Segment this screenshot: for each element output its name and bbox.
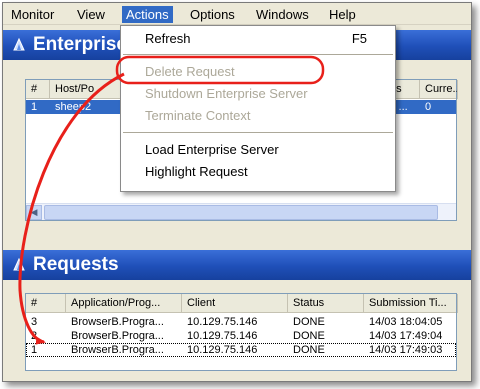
app-window: Monitor View Actions Options Windows Hel… [2,2,472,382]
menu-windows[interactable]: Windows [252,6,313,23]
actions-dropdown-menu: Refresh F5 Delete Request Shutdown Enter… [120,25,396,192]
menu-item-shutdown-server: Shutdown Enterprise Server [145,86,308,101]
row-number: 1 [31,101,38,113]
column-header-status[interactable]: Status [288,294,364,313]
horizontal-scrollbar[interactable]: ◀ [26,203,456,220]
request-client: 10.129.75.146 [187,330,258,342]
requests-list-header: # Application/Prog... Client Status Subm… [26,294,458,313]
request-submission-time: 14/03 18:04:05 [369,316,443,328]
request-client: 10.129.75.146 [187,316,258,328]
menu-item-highlight-request[interactable]: Highlight Request [121,161,395,183]
menu-view[interactable]: View [73,6,109,23]
menu-bar: Monitor View Actions Options Windows Hel… [3,3,471,25]
requests-panel-title: Requests [3,250,471,280]
menu-monitor[interactable]: Monitor [7,6,58,23]
scroll-thumb[interactable] [44,205,438,220]
requests-list[interactable]: # Application/Prog... Client Status Subm… [25,293,458,371]
request-application: BrowserB.Progra... [71,344,164,356]
request-application: BrowserB.Progra... [71,316,164,328]
menu-options[interactable]: Options [186,6,239,23]
enterprise-server-icon [13,37,25,51]
request-submission-time: 14/03 17:49:03 [369,344,443,356]
column-header-number[interactable]: # [26,294,66,313]
column-header-application[interactable]: Application/Prog... [66,294,182,313]
refresh-label: Refresh [145,31,191,46]
request-row[interactable]: 2 BrowserB.Progra... 10.129.75.146 DONE … [26,329,456,343]
column-header-client[interactable]: Client [182,294,288,313]
column-header-submission-time[interactable]: Submission Ti... [364,294,458,313]
request-number: 1 [31,344,38,356]
menu-item-refresh[interactable]: Refresh F5 [121,28,395,50]
column-header-current[interactable]: Curre... [420,80,458,99]
request-number: 3 [31,316,38,328]
column-header-number[interactable]: # [26,80,50,99]
menu-item-load-server[interactable]: Load Enterprise Server [121,139,395,161]
row-current: 0 [425,101,432,113]
request-application: BrowserB.Progra... [71,330,164,342]
menu-item-terminate-context: Terminate Context [145,108,251,123]
menu-actions[interactable]: Actions [122,6,173,23]
requests-icon [13,257,25,271]
enterprise-title-text: Enterprise [33,34,127,55]
menu-help[interactable]: Help [325,6,360,23]
menu-separator [123,54,393,55]
request-status: DONE [293,344,325,356]
request-client: 10.129.75.146 [187,344,258,356]
menu-item-delete-request: Delete Request [145,64,235,79]
request-status: DONE [293,330,325,342]
scroll-left-arrow-icon[interactable]: ◀ [26,205,42,220]
requests-title-text: Requests [33,254,119,275]
request-status: DONE [293,316,325,328]
request-row[interactable]: 3 BrowserB.Progra... 10.129.75.146 DONE … [26,315,456,329]
menu-separator [123,132,393,133]
request-submission-time: 14/03 17:49:04 [369,330,443,342]
request-number: 2 [31,330,38,342]
request-row-selected[interactable]: 1 BrowserB.Progra... 10.129.75.146 DONE … [26,343,456,357]
refresh-shortcut: F5 [351,31,367,46]
